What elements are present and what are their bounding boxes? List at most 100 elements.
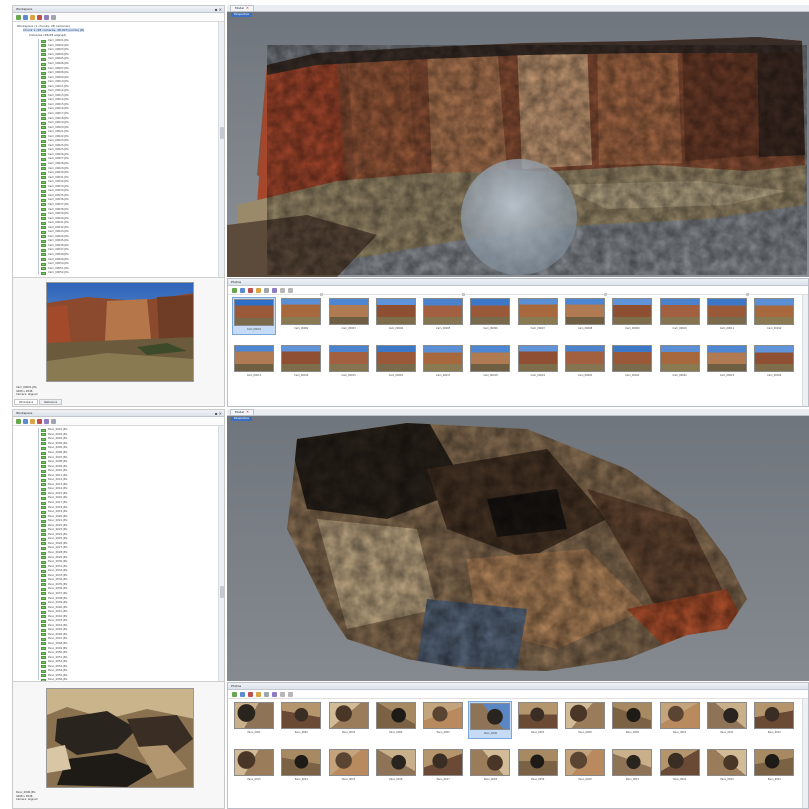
photo-thumbnail[interactable]: Cam_00002 <box>279 293 324 335</box>
add-folder-icon[interactable] <box>30 14 35 20</box>
photo-thumbnail[interactable]: Pano_0003 <box>327 701 371 739</box>
tree-camera-group[interactable]: Cameras (28/28 aligned) <box>29 33 66 37</box>
photo-thumbnail[interactable]: Cam_00005 <box>421 293 466 335</box>
camera-label: Pano_0039.JPG <box>48 601 68 605</box>
camera-list-item[interactable]: Cam_00052.JPG <box>41 271 69 276</box>
photo-thumbnail[interactable]: Cam_00017 <box>421 344 465 382</box>
zoom-in-icon[interactable] <box>280 287 285 293</box>
merge-icon[interactable] <box>44 14 49 20</box>
thumbnail-caption: Pano_0011 <box>720 731 734 734</box>
merge-icon[interactable] <box>44 418 49 424</box>
photo-thumbnail[interactable]: Pano_0024 <box>752 748 796 786</box>
photo-thumbnail[interactable]: Cam_00012 <box>752 297 796 335</box>
photo-thumbnail[interactable]: Cam_00013 <box>232 344 276 382</box>
remove-icon[interactable] <box>37 418 42 424</box>
panel-close-icon[interactable]: ▪ ✕ <box>215 411 222 416</box>
tree-scroll-thumb[interactable] <box>220 586 224 598</box>
remove-photo-icon[interactable] <box>248 691 253 697</box>
photo-thumbnail[interactable]: Pano_0007 <box>516 701 560 739</box>
photo-thumbnail[interactable]: Cam_00009 <box>610 297 654 335</box>
photo-thumbnail[interactable]: Pano_0011 <box>705 701 749 739</box>
photo-thumbnail[interactable]: Cam_00023 <box>705 344 749 382</box>
photo-thumbnail[interactable]: Pano_0015 <box>327 748 371 786</box>
add-chunk-icon[interactable] <box>16 14 21 20</box>
photos-scrollbar[interactable] <box>802 295 808 406</box>
photo-thumbnail[interactable]: Pano_0019 <box>516 748 560 786</box>
close-tab-icon[interactable]: ✕ <box>246 409 249 416</box>
tab-workspace[interactable]: Workspace <box>14 399 39 405</box>
zoom-in-icon[interactable] <box>280 691 285 697</box>
photo-thumbnail[interactable]: Pano_0016 <box>374 748 418 786</box>
enable-icon[interactable] <box>240 287 245 293</box>
photo-thumbnail[interactable]: Cam_00018 <box>468 344 512 382</box>
photo-thumbnail[interactable]: Pano_0013 <box>232 748 276 786</box>
zoom-out-icon[interactable] <box>288 287 293 293</box>
photo-thumbnail[interactable]: Pano_0021 <box>610 748 654 786</box>
tab-model[interactable]: Model ✕ <box>230 409 255 416</box>
remove-icon[interactable] <box>37 14 42 20</box>
model-viewport[interactable]: Model ✕ Perspective <box>227 409 809 681</box>
photo-thumbnail[interactable]: Cam_00011 <box>705 293 749 335</box>
photo-thumbnail[interactable]: Cam_00004 <box>374 297 418 335</box>
photo-thumbnail[interactable]: Pano_0022 <box>658 748 702 786</box>
camera-list-item[interactable]: Pano_0056.JPG <box>41 678 67 681</box>
photo-thumbnail[interactable]: Cam_00008 <box>563 293 608 335</box>
photo-thumbnail[interactable]: Pano_0004 <box>374 701 418 739</box>
add-chunk-icon[interactable] <box>16 418 21 424</box>
add-photo-icon[interactable] <box>232 287 237 293</box>
add-photos-icon[interactable] <box>23 418 28 424</box>
properties-icon[interactable] <box>51 418 56 424</box>
photo-thumbnail[interactable]: Pano_0005 <box>421 701 465 739</box>
photo-thumbnail[interactable]: Pano_0020 <box>563 748 607 786</box>
photo-thumbnail[interactable]: Cam_00024 <box>752 344 796 382</box>
view-mode-icon[interactable] <box>272 691 277 697</box>
rotate-icon[interactable] <box>256 691 261 697</box>
tab-model[interactable]: Model ✕ <box>230 5 255 12</box>
rotate-icon[interactable] <box>256 287 261 293</box>
view-mode-icon[interactable] <box>272 287 277 293</box>
tab-reference[interactable]: Reference <box>39 399 63 405</box>
model-viewport[interactable]: Model ✕ Perspective <box>227 5 809 277</box>
photo-thumbnail[interactable]: Cam_00010 <box>658 297 702 335</box>
tree-scrollbar[interactable] <box>218 426 224 681</box>
tree-scroll-thumb[interactable] <box>220 127 224 139</box>
filter-icon[interactable] <box>264 287 269 293</box>
photo-thumbnail[interactable]: Pano_0002 <box>279 701 323 739</box>
photo-thumbnail[interactable]: Cam_00003 <box>327 297 371 335</box>
photo-thumbnail[interactable]: Pano_0001 <box>232 701 276 739</box>
photo-thumbnail[interactable]: Cam_00001 <box>232 297 276 335</box>
tree-scrollbar[interactable] <box>218 22 224 277</box>
photo-thumbnail[interactable]: Pano_0014 <box>279 748 323 786</box>
close-tab-icon[interactable]: ✕ <box>246 5 249 12</box>
photo-thumbnail[interactable]: Pano_0006 <box>468 701 513 739</box>
zoom-out-icon[interactable] <box>288 691 293 697</box>
photo-thumbnail[interactable]: Cam_00014 <box>279 344 323 382</box>
photo-thumbnail[interactable]: Cam_00016 <box>374 344 418 382</box>
photo-thumbnail[interactable]: Pano_0017 <box>421 748 465 786</box>
add-photos-icon[interactable] <box>23 14 28 20</box>
photo-thumbnail[interactable]: Pano_0008 <box>563 701 607 739</box>
filter-icon[interactable] <box>264 691 269 697</box>
properties-icon[interactable] <box>51 14 56 20</box>
photo-thumbnail[interactable]: Pano_0018 <box>468 748 512 786</box>
panel-close-icon[interactable]: ▪ ✕ <box>215 7 222 12</box>
photos-scrollbar[interactable] <box>802 699 808 808</box>
photo-thumbnail[interactable]: Cam_00006 <box>468 297 512 335</box>
camera-label: Pano_0051.JPG <box>48 655 68 659</box>
photo-thumbnail[interactable]: Cam_00007 <box>516 297 560 335</box>
photo-thumbnail[interactable]: Cam_00015 <box>327 344 371 382</box>
photo-thumbnail[interactable]: Pano_0023 <box>705 748 749 786</box>
photo-thumbnail[interactable]: Cam_00021 <box>610 344 654 382</box>
photo-thumbnail[interactable]: Pano_0010 <box>658 701 702 739</box>
remove-photo-icon[interactable] <box>248 287 253 293</box>
photo-thumbnail[interactable]: Pano_0009 <box>610 701 654 739</box>
thumbnail-image <box>281 298 322 325</box>
photo-thumbnail[interactable]: Cam_00022 <box>658 344 702 382</box>
enable-icon[interactable] <box>240 691 245 697</box>
add-folder-icon[interactable] <box>30 418 35 424</box>
tree-chunk[interactable]: Chunk 1 (28 cameras, 48,923 points) [R] <box>23 28 85 32</box>
photo-thumbnail[interactable]: Pano_0012 <box>752 701 796 739</box>
photo-thumbnail[interactable]: Cam_00019 <box>516 344 560 382</box>
photo-thumbnail[interactable]: Cam_00020 <box>563 344 607 382</box>
add-photo-icon[interactable] <box>232 691 237 697</box>
